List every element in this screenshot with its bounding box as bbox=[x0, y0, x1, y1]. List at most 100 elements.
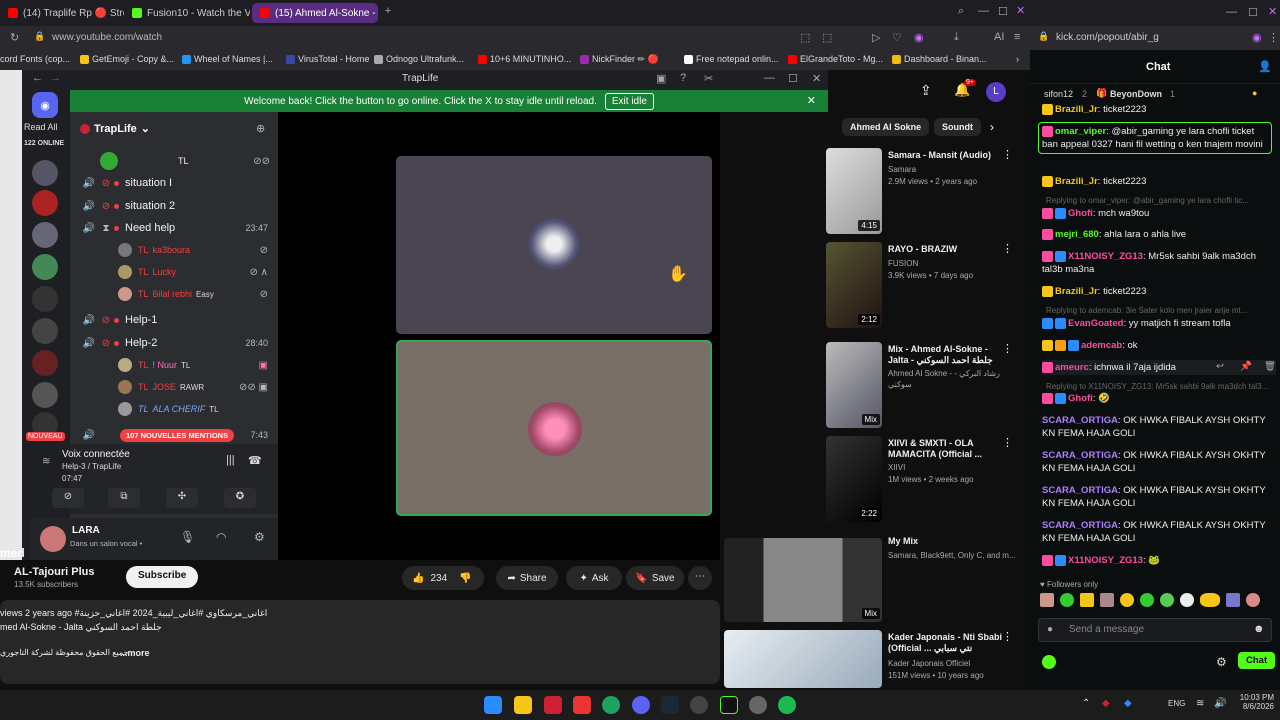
channel-help-2[interactable]: 🔊 ⊘ Help-2 28:40 bbox=[70, 332, 278, 354]
settings-icon[interactable]: ⚙ bbox=[254, 530, 265, 544]
server-header[interactable]: TrapLife ⌄ bbox=[80, 122, 150, 135]
more-actions-icon[interactable]: ⋯ bbox=[688, 566, 712, 590]
new-tab-icon[interactable]: + bbox=[382, 5, 394, 17]
participant-tile[interactable]: ✋ bbox=[396, 156, 712, 334]
save-button[interactable]: 🔖 Save bbox=[626, 566, 684, 590]
upload-icon[interactable]: ⇪ bbox=[920, 82, 932, 99]
more-icon[interactable]: ⋮ bbox=[1002, 630, 1013, 643]
close-icon[interactable]: ✕ bbox=[1268, 5, 1277, 18]
settings-icon[interactable] bbox=[749, 696, 767, 714]
screen-share-button[interactable]: ⧉ bbox=[108, 488, 140, 508]
maximize-icon[interactable]: ☐ bbox=[1248, 6, 1258, 19]
bookmark-item[interactable]: 10+6 MINUTINHO... bbox=[478, 54, 571, 64]
ai-icon[interactable]: AI bbox=[994, 31, 1004, 43]
participant-tile-speaking[interactable] bbox=[396, 340, 712, 516]
like-button[interactable]: 👍 234 👎 bbox=[402, 566, 484, 590]
heart-icon[interactable]: ♡ bbox=[892, 31, 902, 44]
tray-icon[interactable]: ◆ bbox=[1124, 698, 1132, 709]
download-icon[interactable]: ⤓ bbox=[954, 31, 959, 44]
voice-member-row[interactable]: TL ⊘⊘ bbox=[70, 150, 278, 172]
play-icon[interactable]: ▷ bbox=[872, 31, 880, 44]
emote-icon[interactable] bbox=[1246, 593, 1260, 607]
chat-message[interactable]: X11NOISY_ZG13: Mr5sk sahbi 9alk ma3dch t… bbox=[1042, 250, 1276, 276]
back-icon[interactable]: ← bbox=[32, 72, 43, 84]
bookmark-item[interactable]: Dashboard - Binan... bbox=[892, 54, 987, 64]
voice-member-row[interactable]: TL Bilal rebhi Easy ⊘ bbox=[70, 283, 278, 305]
app-icon[interactable] bbox=[573, 696, 591, 714]
volume-icon[interactable]: 🔊 bbox=[1214, 698, 1226, 709]
emote-icon[interactable] bbox=[1200, 593, 1220, 607]
add-member-icon[interactable]: ⊕ bbox=[256, 122, 265, 135]
voice-member-row[interactable]: TL ka3boura ⊘ bbox=[70, 239, 278, 261]
mentions-badge[interactable]: 107 NOUVELLES MENTIONS bbox=[120, 428, 235, 442]
delete-icon[interactable]: 🗑 bbox=[1264, 360, 1276, 373]
minimize-icon[interactable]: — bbox=[764, 72, 775, 84]
server-icon[interactable] bbox=[32, 222, 58, 248]
bookmark-item[interactable]: cord Fonts (cop... bbox=[0, 54, 70, 64]
chat-message[interactable]: X11NOISY_ZG13: 🐸 bbox=[1042, 554, 1276, 567]
bookmark-item[interactable]: GetEmoji - Copy &... bbox=[80, 54, 174, 64]
account-avatar[interactable]: L bbox=[986, 82, 1006, 102]
channel-need-help[interactable]: 🔊 ⧗ Need help 23:47 bbox=[70, 217, 278, 239]
language-indicator[interactable]: ENG bbox=[1168, 699, 1185, 708]
soundboard-button[interactable]: ✪ bbox=[224, 488, 256, 508]
chat-message[interactable]: SCARA_ORTIGA: OK HWKA FIBALK AYSH OKHTY … bbox=[1042, 519, 1276, 545]
clock[interactable]: 10:03 PM 8/6/2026 bbox=[1234, 693, 1274, 711]
server-icon[interactable] bbox=[32, 160, 58, 186]
channel-situation-1[interactable]: 🔊 ⊘ situation I bbox=[70, 172, 278, 194]
chrome-icon[interactable] bbox=[602, 696, 620, 714]
server-icon[interactable] bbox=[32, 382, 58, 408]
extension-icon[interactable]: ◉ bbox=[1252, 31, 1262, 44]
kick-app-icon[interactable] bbox=[720, 696, 738, 714]
emote-icon[interactable] bbox=[1040, 593, 1054, 607]
server-icon[interactable] bbox=[32, 350, 58, 376]
bookmark-item[interactable]: NickFinder ✏ 🔴 bbox=[580, 54, 659, 65]
emote-icon[interactable] bbox=[1226, 593, 1240, 607]
extension-icon[interactable]: ⬚ bbox=[800, 31, 810, 44]
search-icon[interactable]: ⌕ bbox=[958, 5, 964, 18]
share-button[interactable]: ➦ Share bbox=[496, 566, 558, 590]
more-link[interactable]: ...more bbox=[120, 648, 150, 658]
pin-icon[interactable]: 📌 bbox=[1240, 360, 1252, 373]
rec-video[interactable]: 2:22 XIIVI & SMXTI - OLA MAMACITA (Offic… bbox=[720, 436, 1020, 526]
browser-tab-2[interactable]: Fusion10 - Watch the VOD bbox=[124, 3, 250, 23]
menu-icon[interactable]: ⋮ bbox=[1268, 31, 1279, 44]
menu-icon[interactable]: ≡ bbox=[1014, 31, 1020, 43]
emoji-icon[interactable]: ☻ bbox=[1253, 623, 1265, 635]
send-message-input[interactable]: ● Send a message ☻ bbox=[1038, 618, 1272, 642]
more-icon[interactable]: ⋮ bbox=[1002, 242, 1013, 255]
chat-message[interactable]: mejri_680: ahla lara o ahla live bbox=[1042, 228, 1276, 241]
voice-channel-name[interactable]: Help-3 / TrapLife bbox=[62, 462, 121, 471]
more-icon[interactable]: ⋮ bbox=[1002, 148, 1013, 161]
chat-message[interactable]: Ghofi: mch wa9tou bbox=[1042, 207, 1276, 220]
bookmark-item[interactable]: Odnogo Ultrafunk... bbox=[374, 54, 464, 64]
spotify-icon[interactable] bbox=[778, 696, 796, 714]
voice-member-row[interactable]: TL ! Nuur TL ▣ bbox=[70, 354, 278, 376]
tools-icon[interactable]: ✂ bbox=[704, 72, 713, 85]
chat-message[interactable]: Ghofi: 🤣 bbox=[1042, 392, 1276, 405]
server-icon[interactable] bbox=[32, 254, 58, 280]
emote-icon[interactable] bbox=[1140, 593, 1154, 607]
channel-name[interactable]: AL-Tajouri Plus bbox=[14, 566, 94, 578]
bookmark-item[interactable]: ElGrandeToto - Mg... bbox=[788, 54, 883, 64]
voice-member-row[interactable]: TL Lucky ⊘ ∧ bbox=[70, 261, 278, 283]
chat-message[interactable]: SCARA_ORTIGA: OK HWKA FIBALK AYSH OKHTY … bbox=[1042, 484, 1276, 510]
ask-button[interactable]: ✦ Ask bbox=[566, 566, 622, 590]
chevron-right-icon[interactable]: › bbox=[1016, 54, 1019, 64]
rec-mix[interactable]: Mix My Mix Samara, Black9ett, Only C, an… bbox=[720, 534, 1020, 624]
forward-icon[interactable]: → bbox=[50, 72, 61, 84]
minimize-icon[interactable]: — bbox=[1226, 6, 1237, 18]
emote-icon[interactable] bbox=[1060, 593, 1074, 607]
extension-icon[interactable]: ⬚ bbox=[822, 31, 832, 44]
chat-message[interactable]: Brazili_Jr: ticket2223 bbox=[1042, 103, 1276, 116]
disconnect-icon[interactable]: ☎ bbox=[248, 454, 262, 467]
server-icon[interactable] bbox=[32, 190, 58, 216]
chat-message[interactable]: EvanGoated: yy matjich fi stream tofla bbox=[1042, 317, 1276, 330]
chip-ahmed[interactable]: Ahmed Al Sokne bbox=[842, 118, 930, 136]
maximize-icon[interactable]: ☐ bbox=[788, 72, 798, 85]
rec-video[interactable]: 2:12 RAYO - BRAZIW FUSION 3.9K views • 7… bbox=[720, 242, 1020, 332]
start-icon[interactable] bbox=[484, 696, 502, 714]
chat-message[interactable]: SCARA_ORTIGA: OK HWKA FIBALK AYSH OKHTY … bbox=[1042, 414, 1276, 440]
minimize-icon[interactable]: — bbox=[978, 5, 989, 17]
inbox-icon[interactable]: ▣ bbox=[656, 72, 666, 85]
